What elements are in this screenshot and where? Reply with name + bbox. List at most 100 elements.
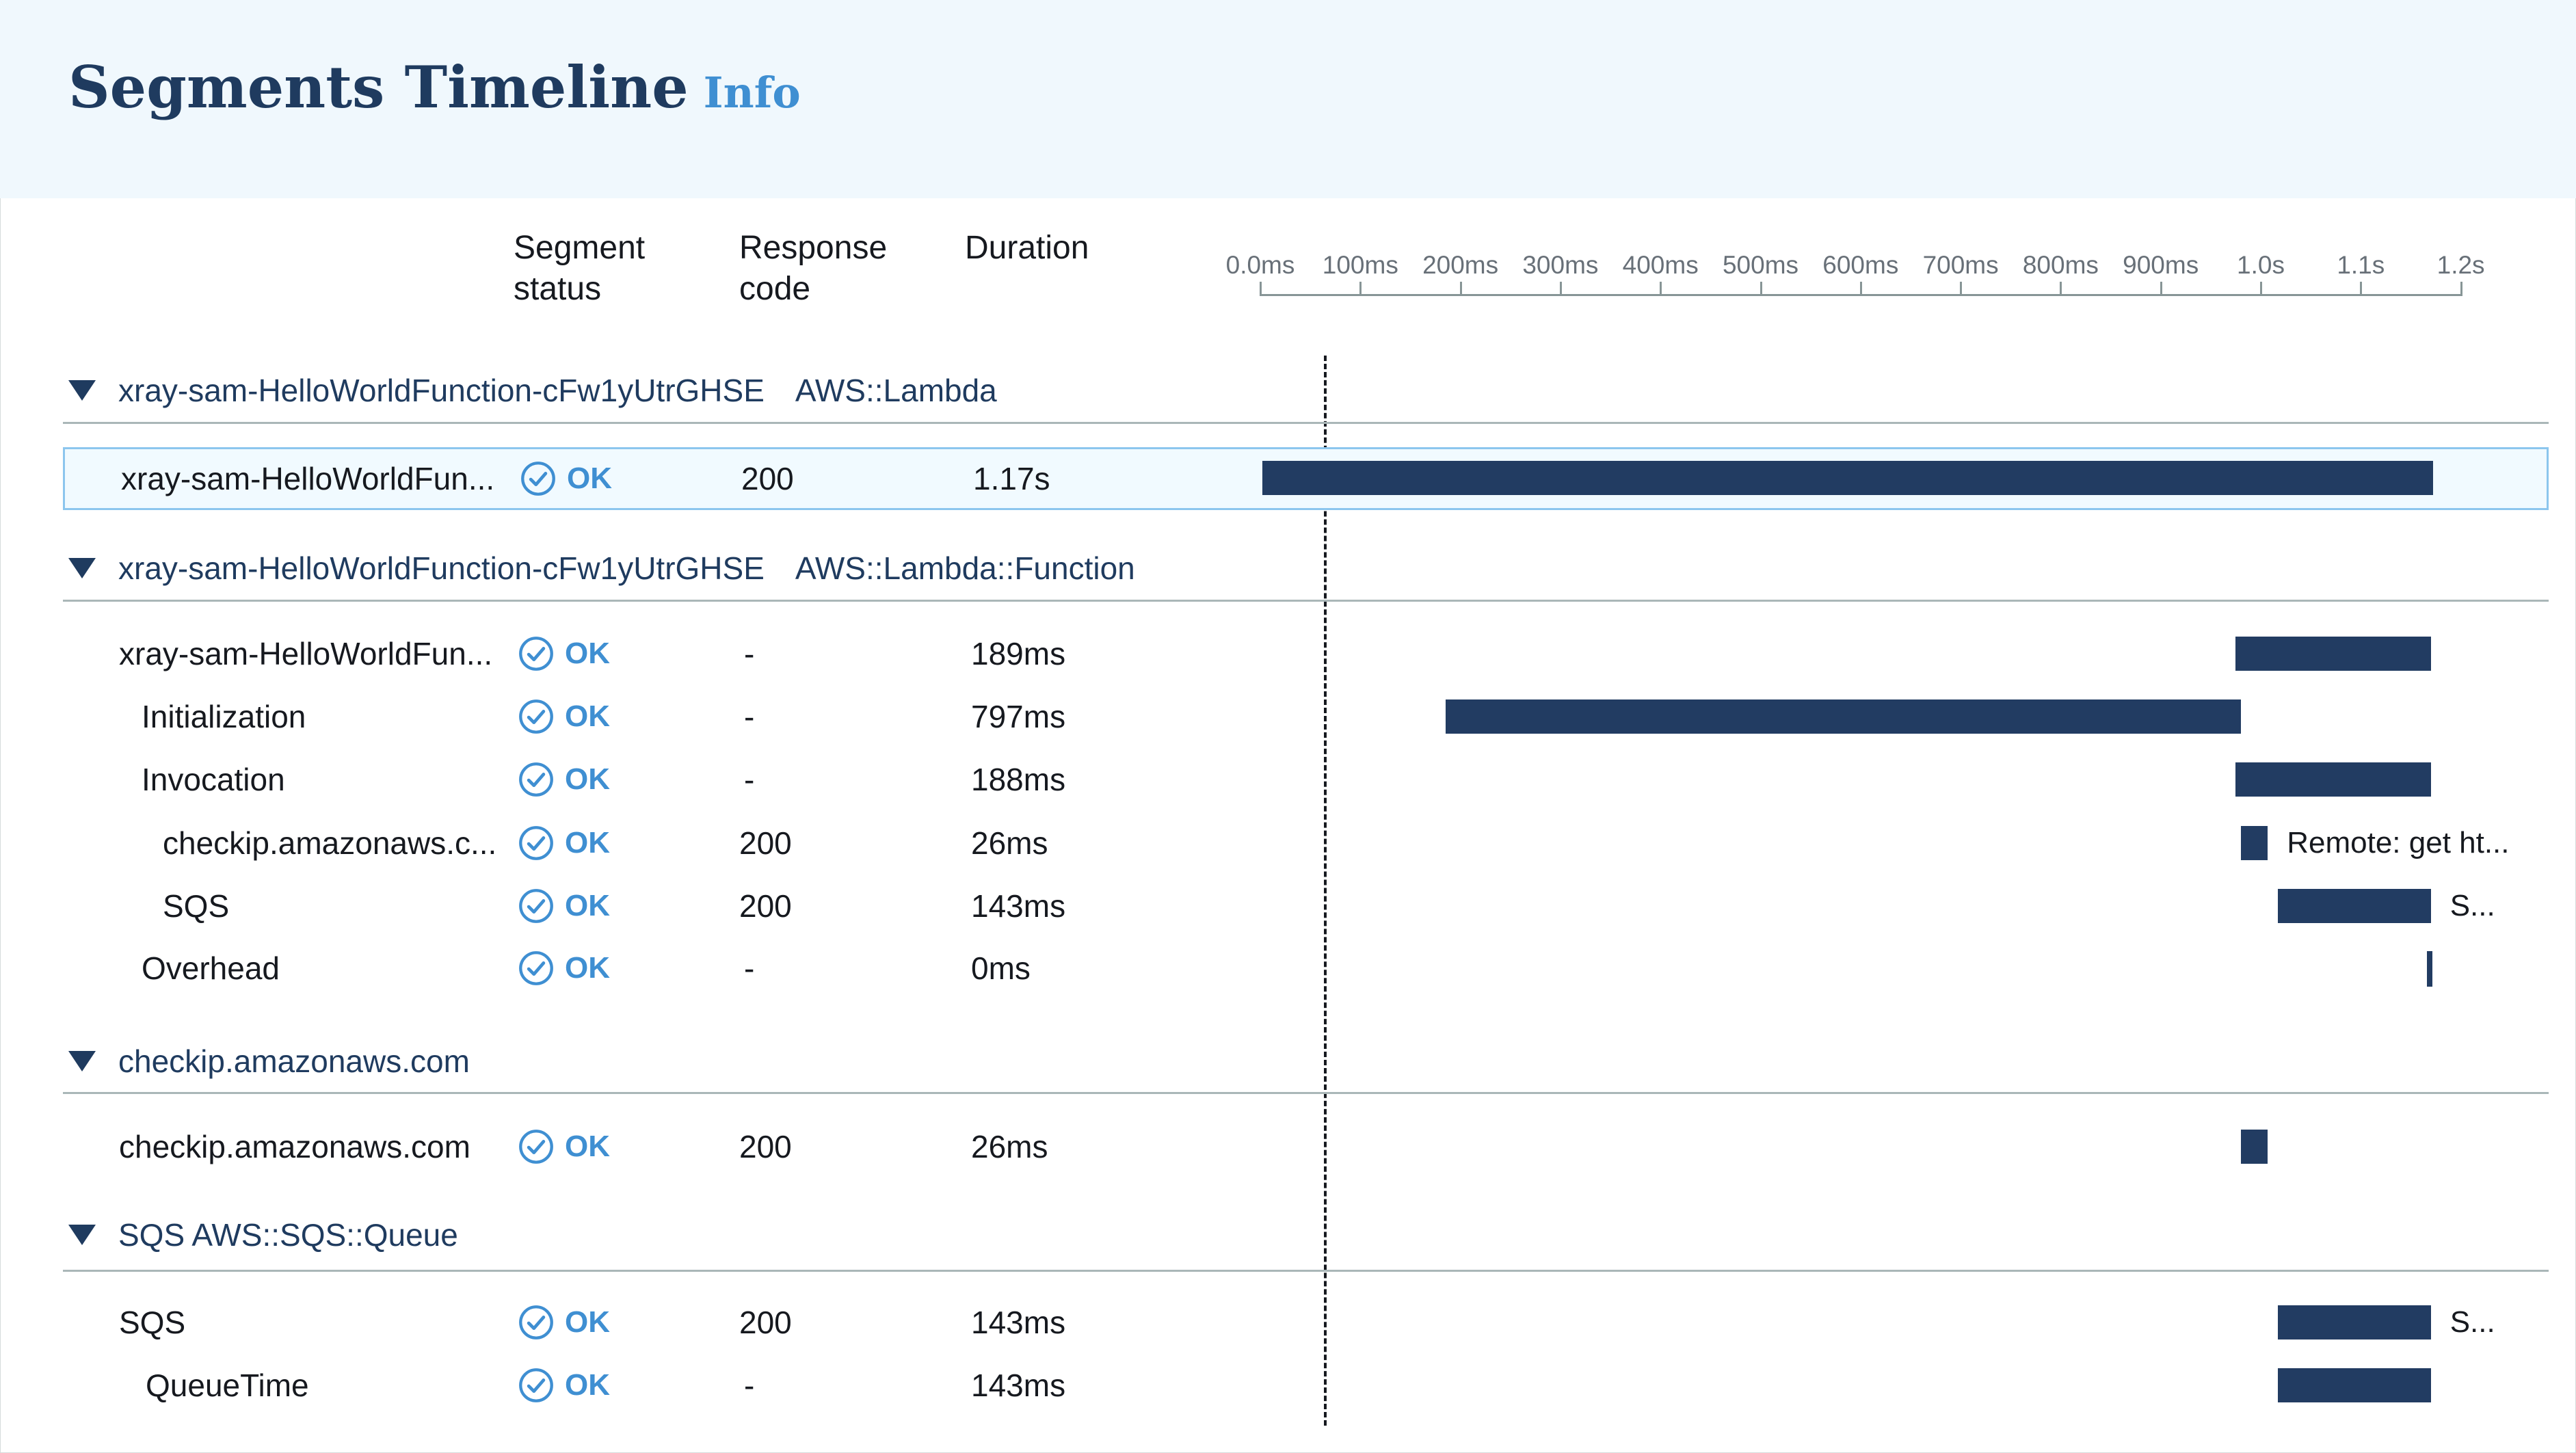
check-circle-icon	[519, 1368, 553, 1402]
duration-value: 188ms	[971, 762, 1066, 797]
status-text: OK	[565, 637, 610, 670]
segment-status: OK	[518, 762, 610, 797]
check-circle-icon	[521, 462, 555, 496]
status-text: OK	[565, 762, 610, 796]
response-code: 200	[741, 461, 794, 496]
segment-status: OK	[520, 461, 612, 496]
timeline-bar[interactable]	[2277, 1305, 2431, 1339]
group-separator	[63, 422, 2549, 424]
segment-row[interactable]: xray-sam-HelloWorldFun... OK 200 1.17s	[63, 447, 2549, 510]
status-text: OK	[565, 951, 610, 985]
timeline-tick	[2460, 282, 2462, 296]
segment-status: OK	[518, 1368, 610, 1403]
check-circle-icon	[519, 762, 553, 797]
check-circle-icon	[519, 1130, 553, 1164]
segment-name: xray-sam-HelloWorldFun...	[119, 636, 493, 671]
status-text: OK	[567, 462, 612, 495]
segment-row[interactable]: Initialization OK - 797ms	[63, 687, 2549, 746]
caret-down-icon[interactable]	[68, 380, 96, 401]
segment-row[interactable]: xray-sam-HelloWorldFun... OK - 189ms	[63, 624, 2549, 683]
duration-value: 143ms	[971, 1305, 1066, 1340]
timeline-bar[interactable]	[2426, 951, 2432, 987]
group-header-sqs-queue[interactable]: SQS AWS::SQS::Queue	[68, 1211, 458, 1259]
timeline-bar[interactable]	[2277, 889, 2431, 923]
timeline-bar[interactable]	[1262, 461, 2433, 495]
response-code: 200	[739, 888, 792, 924]
info-link[interactable]: Info	[704, 68, 801, 118]
timeline-tick-label: 200ms	[1422, 251, 1499, 279]
column-header-response-code: Response code	[739, 230, 888, 307]
group-separator	[63, 600, 2549, 602]
segment-status: OK	[518, 950, 610, 986]
duration-value: 797ms	[971, 699, 1066, 734]
segment-name: Overhead	[142, 950, 280, 986]
timeline-axis-line	[1260, 294, 2460, 296]
segment-name: checkip.amazonaws.c...	[163, 825, 497, 861]
segment-row[interactable]: SQS OK 200 143ms S...	[63, 877, 2549, 935]
group-name: xray-sam-HelloWorldFunction-cFw1yUtrGHSE	[118, 373, 765, 408]
check-circle-icon	[519, 1305, 553, 1339]
status-text: OK	[565, 1305, 610, 1339]
segment-name: QueueTime	[146, 1368, 309, 1403]
timeline-bar[interactable]	[2240, 826, 2268, 860]
timeline-bar[interactable]	[1445, 699, 2241, 734]
segment-row[interactable]: checkip.amazonaws.com OK 200 26ms	[63, 1117, 2549, 1176]
response-code: 200	[739, 825, 792, 861]
segment-row[interactable]: QueueTime OK - 143ms	[63, 1356, 2549, 1415]
caret-down-icon[interactable]	[68, 558, 96, 578]
status-text: OK	[565, 699, 610, 733]
response-code: 200	[739, 1129, 792, 1164]
group-header-lambda-function[interactable]: xray-sam-HelloWorldFunction-cFw1yUtrGHSE…	[68, 544, 1135, 592]
segment-name: xray-sam-HelloWorldFun...	[121, 461, 495, 496]
response-code: 200	[739, 1305, 792, 1340]
check-circle-icon	[519, 889, 553, 923]
response-code: -	[744, 699, 755, 734]
group-type: AWS::Lambda	[795, 373, 997, 408]
timeline-bar[interactable]	[2277, 1368, 2431, 1402]
segment-row[interactable]: Invocation OK - 188ms	[63, 750, 2549, 809]
group-type: AWS::Lambda::Function	[795, 550, 1135, 586]
response-code: -	[744, 636, 755, 671]
segment-status: OK	[518, 825, 610, 861]
duration-value: 26ms	[971, 1129, 1048, 1164]
timeline-tick-label: 1.0s	[2237, 251, 2285, 279]
segment-status: OK	[518, 636, 610, 671]
check-circle-icon	[519, 699, 553, 734]
page-title: Segments Timeline Info	[68, 53, 801, 121]
duration-value: 143ms	[971, 1368, 1066, 1403]
segment-status: OK	[518, 1129, 610, 1164]
header: Segments Timeline Info	[0, 0, 2576, 198]
group-header-checkip[interactable]: checkip.amazonaws.com	[68, 1037, 470, 1085]
caret-down-icon[interactable]	[68, 1051, 96, 1071]
check-circle-icon	[519, 637, 553, 671]
timeline-bar[interactable]	[2240, 1130, 2268, 1164]
segment-name: SQS	[163, 888, 230, 924]
segment-status: OK	[518, 1305, 610, 1340]
group-header-lambda[interactable]: xray-sam-HelloWorldFunction-cFw1yUtrGHSE…	[68, 366, 997, 414]
timeline-bar[interactable]	[2235, 762, 2431, 797]
segment-row[interactable]: Overhead OK - 0ms	[63, 939, 2549, 998]
segment-row[interactable]: SQS OK 200 143ms S...	[63, 1293, 2549, 1352]
timeline-tick-label: 1.1s	[2337, 251, 2385, 279]
column-header-segment-status: Segment status	[514, 230, 646, 307]
timeline-tick-label: 800ms	[2022, 251, 2099, 279]
title-text: Segments Timeline	[68, 53, 689, 121]
response-code: -	[744, 950, 755, 986]
timeline-bar[interactable]	[2235, 637, 2431, 671]
caret-down-icon[interactable]	[68, 1225, 96, 1245]
duration-value: 143ms	[971, 888, 1066, 924]
response-code: -	[744, 1368, 755, 1403]
timeline-bar-label: Remote: get ht...	[2287, 826, 2510, 859]
group-separator	[63, 1270, 2549, 1272]
timeline-tick-label: 0.0ms	[1225, 251, 1295, 279]
segment-status: OK	[518, 888, 610, 924]
timeline-bar-label: S...	[2449, 889, 2495, 922]
group-name: checkip.amazonaws.com	[118, 1043, 470, 1079]
segment-name: Initialization	[142, 699, 306, 734]
timeline-tick-label: 900ms	[2123, 251, 2199, 279]
timeline-tick-label: 600ms	[1822, 251, 1899, 279]
segment-name: Invocation	[142, 762, 285, 797]
segment-row[interactable]: checkip.amazonaws.c... OK 200 26ms Remote: g…	[63, 814, 2549, 872]
timeline-bar-label: S...	[2449, 1305, 2495, 1339]
status-text: OK	[565, 1130, 610, 1163]
